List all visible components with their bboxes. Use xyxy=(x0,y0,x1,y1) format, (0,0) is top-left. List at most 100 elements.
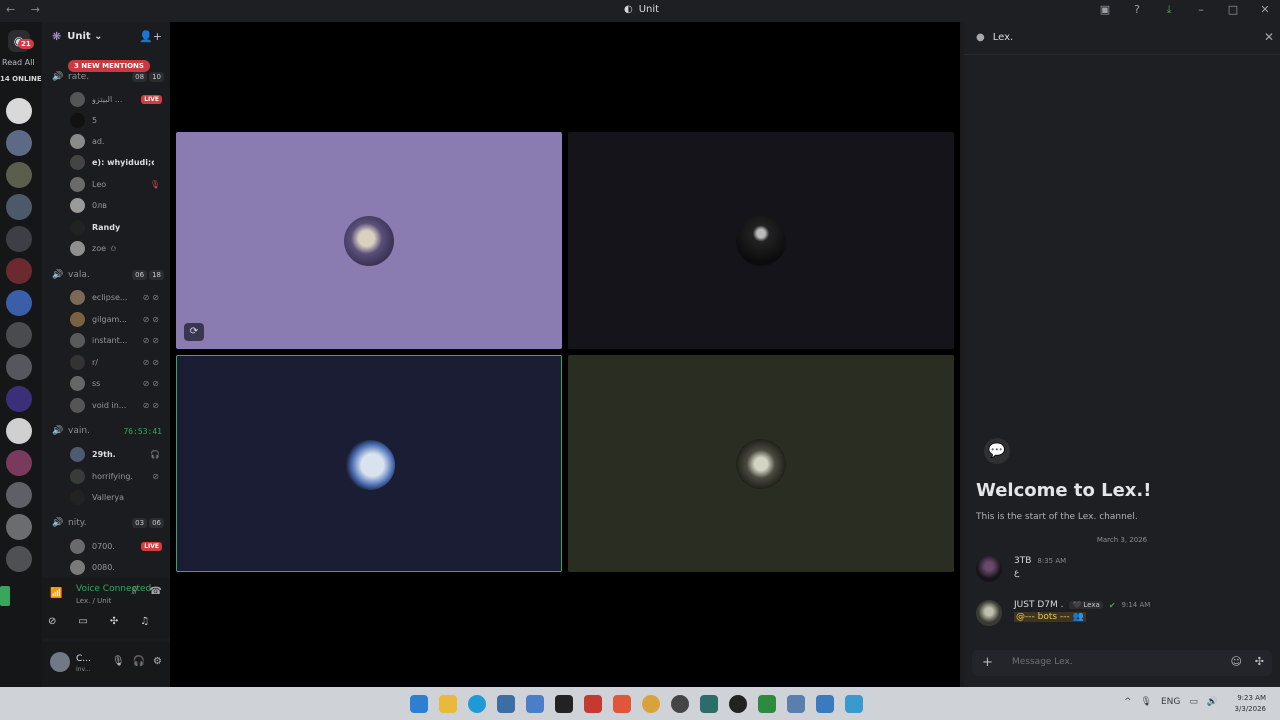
invite-people-icon[interactable]: 👤+ xyxy=(139,30,162,43)
voice-user[interactable]: horrifying. ⊘ xyxy=(70,467,164,485)
voice-user[interactable]: instant... ⊘⊘ xyxy=(70,331,164,349)
speaker-icon: 🔊 xyxy=(52,426,64,436)
voice-user[interactable]: 5 xyxy=(70,111,164,129)
add-attachment-icon[interactable]: + xyxy=(982,655,993,670)
app-icon[interactable] xyxy=(671,695,689,713)
video-tile[interactable]: ⟳ xyxy=(176,132,562,349)
download-icon[interactable]: ⤓ xyxy=(1162,3,1176,17)
message-author[interactable]: JUST D7M . xyxy=(1014,600,1063,610)
start-icon[interactable] xyxy=(410,695,428,713)
volume-icon[interactable]: 🔊 xyxy=(1207,697,1218,707)
voice-user[interactable]: r/⊘⊘ xyxy=(70,353,164,371)
help-icon[interactable]: ? xyxy=(1130,3,1144,17)
server-icon[interactable] xyxy=(6,418,32,444)
voice-user[interactable]: zoe ✩ xyxy=(70,239,164,257)
message-input[interactable] xyxy=(1012,657,1212,667)
terminal-icon[interactable] xyxy=(555,695,573,713)
server-icon[interactable] xyxy=(6,258,32,284)
microphone-icon[interactable]: 🎙 xyxy=(112,656,125,667)
screen-share-icon[interactable]: ▭ xyxy=(78,616,87,627)
voice-user[interactable]: Leo 🎙 xyxy=(70,175,164,193)
minimize-icon[interactable]: – xyxy=(1194,3,1208,17)
maximize-icon[interactable]: □ xyxy=(1226,3,1240,17)
voice-user[interactable]: ss ⊘⊘ xyxy=(70,374,164,392)
voice-user[interactable]: ad. xyxy=(70,132,164,150)
server-icon[interactable] xyxy=(6,482,32,508)
guild-header[interactable]: ❋ Unit ⌄ xyxy=(52,30,103,43)
close-icon[interactable]: ✕ xyxy=(1264,30,1274,44)
voice-channel-vain[interactable]: 🔊 vain. 76:53:41 xyxy=(52,423,164,439)
app-icon[interactable] xyxy=(758,695,776,713)
notepad-icon[interactable] xyxy=(845,695,863,713)
voice-user[interactable]: 0700. LIVE xyxy=(70,537,164,555)
voice-user[interactable]: eclipse... ⊘⊘ xyxy=(70,288,164,306)
brave-icon[interactable] xyxy=(613,695,631,713)
user-name[interactable]: C... xyxy=(76,654,91,664)
chevron-up-icon[interactable]: ^ xyxy=(1124,697,1132,707)
server-icon[interactable] xyxy=(6,354,32,380)
inbox-icon[interactable]: ▣ xyxy=(1098,3,1112,17)
video-tile[interactable] xyxy=(568,132,954,349)
server-icon[interactable] xyxy=(6,98,32,124)
nav-arrows[interactable]: ← → xyxy=(6,3,46,16)
display-icon[interactable]: ▭ xyxy=(1189,697,1198,707)
app-icon[interactable] xyxy=(700,695,718,713)
avatar[interactable] xyxy=(50,652,70,672)
voice-channel-vala[interactable]: 🔊 vala. 06 18 xyxy=(52,267,164,283)
server-icon[interactable] xyxy=(6,386,32,412)
soundboard-icon[interactable]: ♫ xyxy=(140,616,149,627)
voice-user[interactable]: 29th. 🎧 xyxy=(70,445,164,463)
video-tile-speaking[interactable] xyxy=(176,355,562,572)
system-clock[interactable]: 9:23 AM 3/3/2026 xyxy=(1235,693,1266,715)
video-tile[interactable] xyxy=(568,355,954,572)
server-icon[interactable] xyxy=(6,322,32,348)
activities-icon[interactable]: ✣ xyxy=(110,616,118,627)
store-icon[interactable] xyxy=(497,695,515,713)
voice-user[interactable]: e): whyidudi;c... xyxy=(70,153,164,171)
voice-user[interactable]: gilgam... ⊘⊘ xyxy=(70,310,164,328)
app-icon[interactable] xyxy=(729,695,747,713)
headphones-icon[interactable]: 🎧 xyxy=(133,656,145,667)
voice-channel-rate[interactable]: 🔊 rate. 08 10 xyxy=(52,69,164,85)
voice-user[interactable]: 0080. xyxy=(70,558,164,576)
language-indicator[interactable]: ENG xyxy=(1161,697,1180,707)
mention[interactable]: @--- bots --- 👥 xyxy=(1014,612,1086,622)
apps-icon[interactable]: ✣ xyxy=(1255,655,1264,668)
disconnect-icon[interactable]: ☎ xyxy=(150,586,162,597)
message-author[interactable]: 3TB xyxy=(1014,556,1031,566)
server-icon[interactable] xyxy=(6,546,32,572)
avatar xyxy=(70,112,85,128)
avatar[interactable] xyxy=(976,600,1002,626)
app-icon[interactable] xyxy=(816,695,834,713)
settings-icon[interactable]: ⚙ xyxy=(153,656,162,667)
server-icon[interactable] xyxy=(6,290,32,316)
server-icon[interactable] xyxy=(6,226,32,252)
emoji-icon[interactable]: ☺ xyxy=(1231,655,1242,668)
stream-icon[interactable]: ⟳ xyxy=(184,323,204,341)
app-icon[interactable] xyxy=(642,695,660,713)
voice-user[interactable]: void in... ⊘⊘ xyxy=(70,396,164,414)
read-all-button[interactable]: Read All xyxy=(2,58,35,67)
app-icon[interactable] xyxy=(584,695,602,713)
close-window-icon[interactable]: ✕ xyxy=(1258,3,1272,17)
server-icon[interactable] xyxy=(6,162,32,188)
camera-off-icon[interactable]: ⊘ xyxy=(48,616,56,627)
avatar[interactable] xyxy=(976,556,1002,582)
noise-suppression-icon[interactable]: ⫻ xyxy=(132,586,138,597)
voice-user[interactable]: Vallerya xyxy=(70,488,164,506)
microphone-icon[interactable]: 🎙 xyxy=(1141,697,1152,707)
voice-user[interactable]: 0лв xyxy=(70,196,164,214)
server-icon[interactable] xyxy=(6,450,32,476)
outlook-icon[interactable] xyxy=(526,695,544,713)
voice-channel-nity[interactable]: 🔊 nity. 03 06 xyxy=(52,515,164,531)
voice-user[interactable]: البيتزو ... LIVE xyxy=(70,90,164,108)
voice-location[interactable]: Lex. / Unit xyxy=(76,597,111,605)
file-explorer-icon[interactable] xyxy=(439,695,457,713)
edge-icon[interactable] xyxy=(468,695,486,713)
server-icon[interactable] xyxy=(6,514,32,540)
voice-user[interactable]: Randy xyxy=(70,218,164,236)
avatar xyxy=(70,559,85,575)
vscode-icon[interactable] xyxy=(787,695,805,713)
server-icon[interactable] xyxy=(6,130,32,156)
server-icon[interactable] xyxy=(6,194,32,220)
